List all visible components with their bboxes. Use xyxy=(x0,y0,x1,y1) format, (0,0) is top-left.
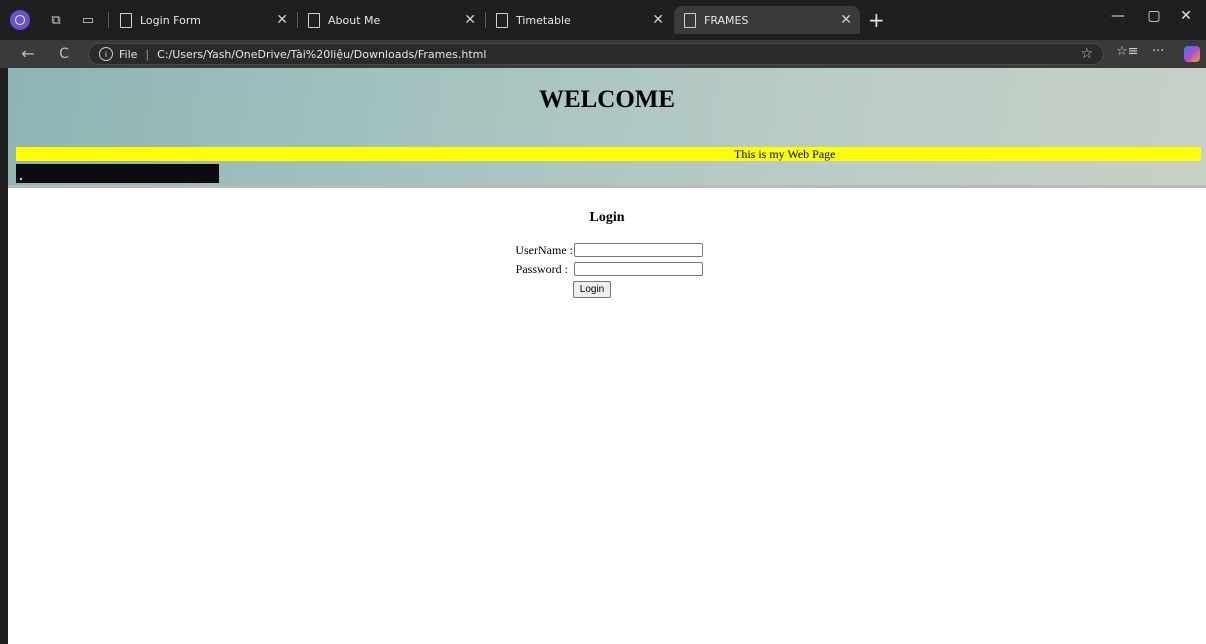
marquee-text: This is my Web Page xyxy=(734,147,836,161)
scheme-label: File xyxy=(119,47,138,61)
favorite-star-icon[interactable]: ☆ xyxy=(1080,46,1093,62)
document-icon xyxy=(120,12,132,28)
new-tab-button[interactable]: + xyxy=(868,8,885,32)
page-viewport: WELCOME This is my Web Page Login UserNa… xyxy=(8,68,1206,644)
minimize-button[interactable]: — xyxy=(1098,8,1138,32)
favorites-icon[interactable]: ☆≡ xyxy=(1116,44,1139,59)
tab-label: Login Form xyxy=(140,13,201,27)
login-heading: Login xyxy=(589,210,625,225)
close-tab-icon[interactable]: ✕ xyxy=(840,12,852,28)
close-window-button[interactable]: ✕ xyxy=(1166,8,1206,32)
username-row: UserName : xyxy=(8,243,573,259)
password-row: Password : xyxy=(8,262,568,278)
copilot-icon[interactable] xyxy=(1184,46,1200,62)
tab-login-form[interactable]: Login Form ✕ xyxy=(110,6,296,34)
tab-actions-icon[interactable]: ▭ xyxy=(78,10,98,30)
profile-icon[interactable] xyxy=(10,10,30,30)
browser-tab-strip: ⧉ ▭ Login Form ✕ About Me ✕ Timetable ✕ … xyxy=(0,0,1206,40)
back-icon[interactable]: ← xyxy=(18,44,38,64)
address-bar[interactable]: i File | C:/Users/Yash/OneDrive/Tài%20li… xyxy=(88,43,1104,65)
tab-about-me[interactable]: About Me ✕ xyxy=(298,6,484,34)
close-tab-icon[interactable]: ✕ xyxy=(464,12,476,28)
tab-label: Timetable xyxy=(516,13,571,27)
workspaces-icon[interactable]: ⧉ xyxy=(46,10,66,30)
address-separator: | xyxy=(145,47,150,61)
url-text[interactable]: C:/Users/Yash/OneDrive/Tài%20liệu/Downlo… xyxy=(157,48,486,61)
refresh-icon[interactable]: C xyxy=(54,44,74,64)
banner-image xyxy=(16,164,219,183)
username-input[interactable] xyxy=(574,243,703,257)
site-info-icon[interactable]: i xyxy=(99,47,113,61)
tab-frames[interactable]: FRAMES ✕ xyxy=(674,6,860,34)
username-label: UserName : xyxy=(515,243,573,257)
document-icon xyxy=(308,12,320,28)
close-tab-icon[interactable]: ✕ xyxy=(652,12,664,28)
marquee-banner: This is my Web Page xyxy=(16,147,1201,161)
tab-timetable[interactable]: Timetable ✕ xyxy=(486,6,672,34)
login-form: Login UserName : Password : Login xyxy=(8,210,1206,298)
tab-divider xyxy=(108,12,109,28)
document-icon xyxy=(684,12,696,28)
password-label: Password : xyxy=(515,262,568,276)
header-frame: WELCOME This is my Web Page xyxy=(8,68,1206,188)
more-menu-icon[interactable]: ··· xyxy=(1152,44,1164,59)
close-tab-icon[interactable]: ✕ xyxy=(276,12,288,28)
login-button[interactable]: Login xyxy=(573,281,611,298)
address-toolbar: ← C i File | C:/Users/Yash/OneDrive/Tài%… xyxy=(0,40,1206,68)
welcome-heading: WELCOME xyxy=(538,86,676,113)
password-input[interactable] xyxy=(574,262,703,276)
document-icon xyxy=(496,12,508,28)
tab-label: About Me xyxy=(328,13,381,27)
tab-label: FRAMES xyxy=(704,13,749,27)
